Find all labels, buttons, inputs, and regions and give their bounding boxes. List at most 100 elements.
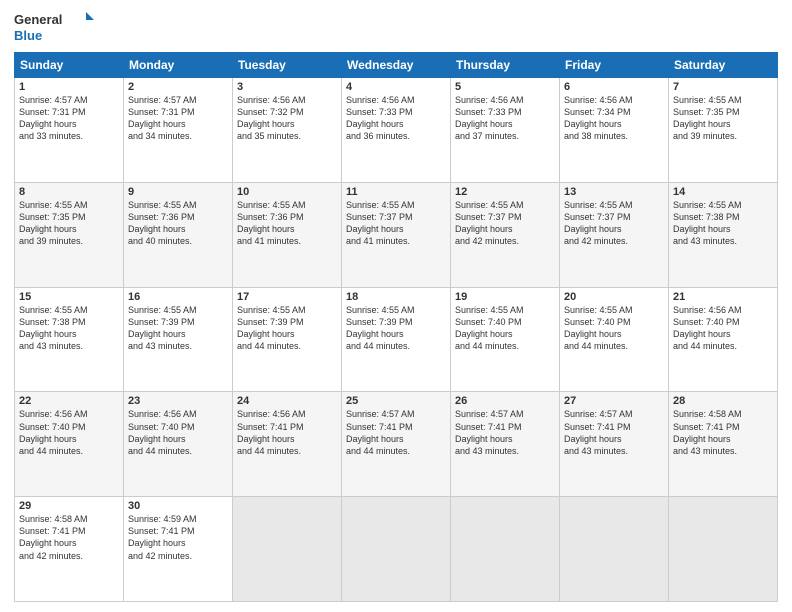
day-info: Sunrise: 4:57 AM Sunset: 7:31 PM Dayligh… [19,94,119,143]
day-info: Sunrise: 4:55 AM Sunset: 7:38 PM Dayligh… [19,304,119,353]
table-cell: 1 Sunrise: 4:57 AM Sunset: 7:31 PM Dayli… [15,78,124,183]
day-number: 22 [19,395,119,407]
day-info: Sunrise: 4:55 AM Sunset: 7:40 PM Dayligh… [564,304,664,353]
col-tuesday: Tuesday [233,53,342,78]
table-cell: 7 Sunrise: 4:55 AM Sunset: 7:35 PM Dayli… [669,78,778,183]
day-info: Sunrise: 4:58 AM Sunset: 7:41 PM Dayligh… [673,408,773,457]
day-info: Sunrise: 4:56 AM Sunset: 7:33 PM Dayligh… [346,94,446,143]
day-number: 12 [455,186,555,198]
table-cell: 4 Sunrise: 4:56 AM Sunset: 7:33 PM Dayli… [342,78,451,183]
table-cell [560,497,669,602]
table-cell: 18 Sunrise: 4:55 AM Sunset: 7:39 PM Dayl… [342,287,451,392]
day-number: 7 [673,81,773,93]
day-info: Sunrise: 4:55 AM Sunset: 7:40 PM Dayligh… [455,304,555,353]
day-info: Sunrise: 4:57 AM Sunset: 7:41 PM Dayligh… [455,408,555,457]
day-info: Sunrise: 4:58 AM Sunset: 7:41 PM Dayligh… [19,513,119,562]
day-info: Sunrise: 4:57 AM Sunset: 7:31 PM Dayligh… [128,94,228,143]
table-cell: 3 Sunrise: 4:56 AM Sunset: 7:32 PM Dayli… [233,78,342,183]
day-number: 27 [564,395,664,407]
col-wednesday: Wednesday [342,53,451,78]
day-info: Sunrise: 4:57 AM Sunset: 7:41 PM Dayligh… [346,408,446,457]
day-number: 4 [346,81,446,93]
col-saturday: Saturday [669,53,778,78]
day-info: Sunrise: 4:56 AM Sunset: 7:40 PM Dayligh… [673,304,773,353]
table-cell: 22 Sunrise: 4:56 AM Sunset: 7:40 PM Dayl… [15,392,124,497]
table-cell: 21 Sunrise: 4:56 AM Sunset: 7:40 PM Dayl… [669,287,778,392]
table-cell: 14 Sunrise: 4:55 AM Sunset: 7:38 PM Dayl… [669,182,778,287]
table-cell: 9 Sunrise: 4:55 AM Sunset: 7:36 PM Dayli… [124,182,233,287]
table-cell: 25 Sunrise: 4:57 AM Sunset: 7:41 PM Dayl… [342,392,451,497]
table-cell: 29 Sunrise: 4:58 AM Sunset: 7:41 PM Dayl… [15,497,124,602]
generalblue-icon: General Blue [14,10,94,46]
calendar-table: Sunday Monday Tuesday Wednesday Thursday… [14,52,778,602]
day-number: 19 [455,291,555,303]
table-cell [342,497,451,602]
header: General Blue [14,10,778,46]
table-cell: 27 Sunrise: 4:57 AM Sunset: 7:41 PM Dayl… [560,392,669,497]
table-cell: 11 Sunrise: 4:55 AM Sunset: 7:37 PM Dayl… [342,182,451,287]
logo: General Blue [14,10,94,46]
day-info: Sunrise: 4:57 AM Sunset: 7:41 PM Dayligh… [564,408,664,457]
day-number: 1 [19,81,119,93]
day-number: 25 [346,395,446,407]
table-cell [669,497,778,602]
day-number: 26 [455,395,555,407]
day-info: Sunrise: 4:56 AM Sunset: 7:41 PM Dayligh… [237,408,337,457]
table-cell: 16 Sunrise: 4:55 AM Sunset: 7:39 PM Dayl… [124,287,233,392]
day-info: Sunrise: 4:56 AM Sunset: 7:40 PM Dayligh… [19,408,119,457]
day-number: 28 [673,395,773,407]
table-cell: 8 Sunrise: 4:55 AM Sunset: 7:35 PM Dayli… [15,182,124,287]
day-info: Sunrise: 4:55 AM Sunset: 7:39 PM Dayligh… [346,304,446,353]
day-number: 30 [128,500,228,512]
calendar-header-row: Sunday Monday Tuesday Wednesday Thursday… [15,53,778,78]
table-cell: 15 Sunrise: 4:55 AM Sunset: 7:38 PM Dayl… [15,287,124,392]
day-number: 21 [673,291,773,303]
table-cell: 24 Sunrise: 4:56 AM Sunset: 7:41 PM Dayl… [233,392,342,497]
day-number: 18 [346,291,446,303]
day-number: 24 [237,395,337,407]
table-cell [233,497,342,602]
day-number: 6 [564,81,664,93]
day-info: Sunrise: 4:55 AM Sunset: 7:36 PM Dayligh… [128,199,228,248]
table-cell: 12 Sunrise: 4:55 AM Sunset: 7:37 PM Dayl… [451,182,560,287]
table-cell: 28 Sunrise: 4:58 AM Sunset: 7:41 PM Dayl… [669,392,778,497]
day-info: Sunrise: 4:56 AM Sunset: 7:34 PM Dayligh… [564,94,664,143]
day-info: Sunrise: 4:59 AM Sunset: 7:41 PM Dayligh… [128,513,228,562]
table-cell [451,497,560,602]
day-info: Sunrise: 4:55 AM Sunset: 7:37 PM Dayligh… [455,199,555,248]
day-number: 8 [19,186,119,198]
day-info: Sunrise: 4:55 AM Sunset: 7:37 PM Dayligh… [564,199,664,248]
table-cell: 13 Sunrise: 4:55 AM Sunset: 7:37 PM Dayl… [560,182,669,287]
day-number: 9 [128,186,228,198]
day-number: 3 [237,81,337,93]
col-sunday: Sunday [15,53,124,78]
day-info: Sunrise: 4:56 AM Sunset: 7:32 PM Dayligh… [237,94,337,143]
col-thursday: Thursday [451,53,560,78]
table-cell: 19 Sunrise: 4:55 AM Sunset: 7:40 PM Dayl… [451,287,560,392]
table-cell: 20 Sunrise: 4:55 AM Sunset: 7:40 PM Dayl… [560,287,669,392]
day-info: Sunrise: 4:55 AM Sunset: 7:38 PM Dayligh… [673,199,773,248]
day-number: 14 [673,186,773,198]
table-cell: 10 Sunrise: 4:55 AM Sunset: 7:36 PM Dayl… [233,182,342,287]
day-info: Sunrise: 4:56 AM Sunset: 7:40 PM Dayligh… [128,408,228,457]
day-info: Sunrise: 4:55 AM Sunset: 7:35 PM Dayligh… [19,199,119,248]
col-friday: Friday [560,53,669,78]
day-info: Sunrise: 4:55 AM Sunset: 7:35 PM Dayligh… [673,94,773,143]
day-number: 2 [128,81,228,93]
table-cell: 2 Sunrise: 4:57 AM Sunset: 7:31 PM Dayli… [124,78,233,183]
day-number: 23 [128,395,228,407]
page: General Blue Sunday Monday Tuesday Wedne… [0,0,792,612]
table-cell: 17 Sunrise: 4:55 AM Sunset: 7:39 PM Dayl… [233,287,342,392]
day-number: 10 [237,186,337,198]
table-cell: 23 Sunrise: 4:56 AM Sunset: 7:40 PM Dayl… [124,392,233,497]
day-info: Sunrise: 4:55 AM Sunset: 7:39 PM Dayligh… [128,304,228,353]
table-cell: 30 Sunrise: 4:59 AM Sunset: 7:41 PM Dayl… [124,497,233,602]
day-info: Sunrise: 4:55 AM Sunset: 7:39 PM Dayligh… [237,304,337,353]
table-cell: 6 Sunrise: 4:56 AM Sunset: 7:34 PM Dayli… [560,78,669,183]
table-cell: 5 Sunrise: 4:56 AM Sunset: 7:33 PM Dayli… [451,78,560,183]
day-number: 20 [564,291,664,303]
day-number: 29 [19,500,119,512]
day-info: Sunrise: 4:56 AM Sunset: 7:33 PM Dayligh… [455,94,555,143]
day-info: Sunrise: 4:55 AM Sunset: 7:36 PM Dayligh… [237,199,337,248]
day-number: 5 [455,81,555,93]
